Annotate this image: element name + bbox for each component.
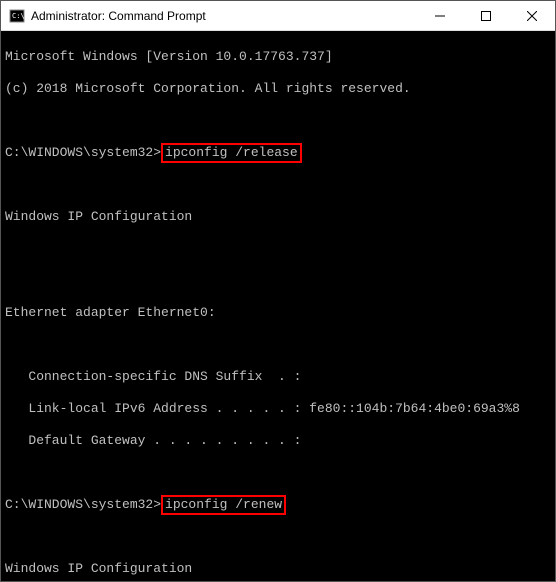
ipconfig-header-2: Windows IP Configuration: [5, 561, 551, 577]
command-release: ipconfig /release: [161, 143, 302, 163]
svg-text:C:\: C:\: [12, 12, 25, 20]
window-controls: [417, 1, 555, 30]
command-renew: ipconfig /renew: [161, 495, 286, 515]
prompt-line-2: C:\WINDOWS\system32>ipconfig /renew: [5, 497, 551, 513]
ipconfig-header: Windows IP Configuration: [5, 209, 551, 225]
window-title: Administrator: Command Prompt: [31, 9, 417, 23]
copyright-line: (c) 2018 Microsoft Corporation. All righ…: [5, 81, 551, 97]
minimize-button[interactable]: [417, 1, 463, 30]
adapter-header: Ethernet adapter Ethernet0:: [5, 305, 551, 321]
link-local-line: Link-local IPv6 Address . . . . . : fe80…: [5, 401, 551, 417]
prompt-line-1: C:\WINDOWS\system32>ipconfig /release: [5, 145, 551, 161]
prompt-text: C:\WINDOWS\system32>: [5, 145, 161, 160]
terminal-output[interactable]: Microsoft Windows [Version 10.0.17763.73…: [1, 31, 555, 581]
close-button[interactable]: [509, 1, 555, 30]
prompt-text: C:\WINDOWS\system32>: [5, 497, 161, 512]
command-prompt-window: C:\ Administrator: Command Prompt Micros…: [0, 0, 556, 582]
maximize-button[interactable]: [463, 1, 509, 30]
version-line: Microsoft Windows [Version 10.0.17763.73…: [5, 49, 551, 65]
titlebar[interactable]: C:\ Administrator: Command Prompt: [1, 1, 555, 31]
dns-suffix-line: Connection-specific DNS Suffix . :: [5, 369, 551, 385]
gateway-line: Default Gateway . . . . . . . . . :: [5, 433, 551, 449]
cmd-icon: C:\: [9, 8, 25, 24]
